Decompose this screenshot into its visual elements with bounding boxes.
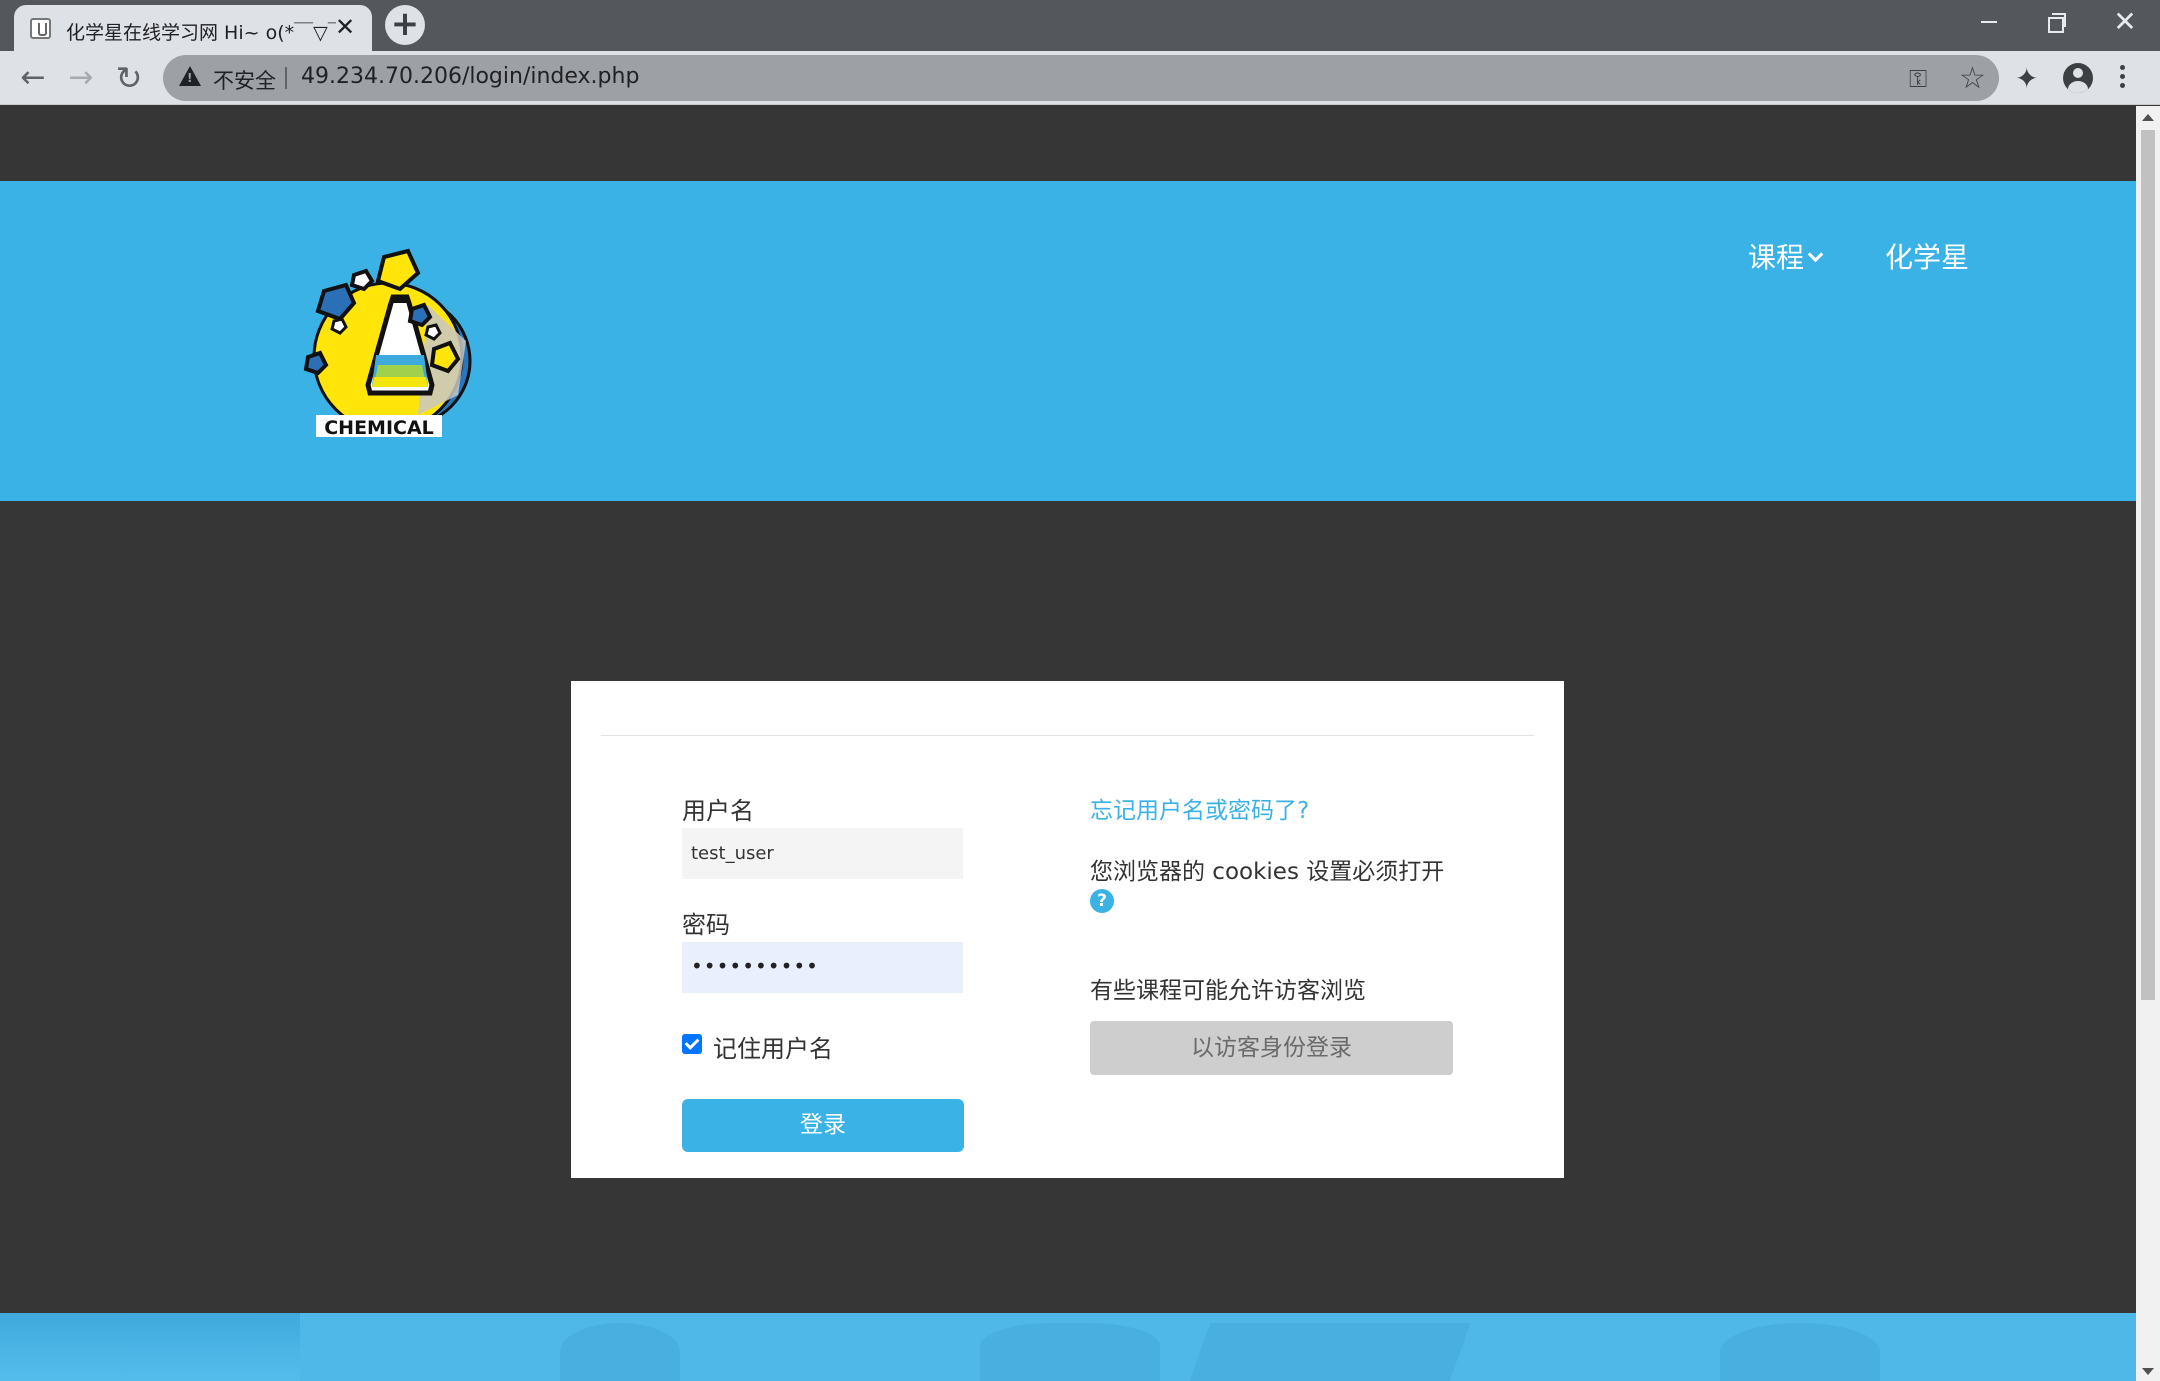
card-divider [601, 735, 1534, 736]
remember-username-label[interactable]: 记住用户名 [713, 1029, 833, 1064]
browser-tab[interactable]: 化学星在线学习网 Hi~ o(*￣▽￣ ✕ [14, 5, 372, 51]
browser-toolbar: ← → ↻ 不安全 49.234.70.206/login/index.php … [0, 51, 2160, 105]
chemical-logo[interactable]: CHEMICAL [288, 245, 488, 445]
forgot-password-link[interactable]: 忘记用户名或密码了? [1090, 791, 1309, 825]
password-label: 密码 [682, 911, 730, 939]
tab-title: 化学星在线学习网 Hi~ o(*￣▽￣ [66, 22, 336, 44]
url-text[interactable]: 49.234.70.206/login/index.php [301, 64, 639, 89]
password-input[interactable]: •••••••••• [682, 942, 963, 993]
footer-decoration [1720, 1323, 1880, 1381]
tab-favicon-icon [30, 18, 51, 39]
username-input[interactable]: test_user [682, 828, 963, 879]
key-icon[interactable]: ⚿ [1909, 65, 1927, 93]
window-close-button[interactable]: ✕ [2092, 0, 2158, 44]
security-status-label[interactable]: 不安全 [213, 65, 276, 95]
nav-courses-menu[interactable]: 课程 [1748, 236, 1824, 276]
guest-notice: 有些课程可能允许访客浏览 [1090, 978, 1366, 1004]
cookies-notice: 您浏览器的 cookies 设置必须打开 [1090, 859, 1445, 885]
reload-icon[interactable]: ↻ [110, 60, 148, 98]
guest-login-button[interactable]: 以访客身份登录 [1090, 1021, 1453, 1075]
scroll-down-arrow-icon[interactable] [2142, 1368, 2154, 1375]
extensions-puzzle-icon[interactable]: ✦ [2015, 62, 2038, 95]
scrollbar-thumb[interactable] [2141, 130, 2155, 1000]
help-question-icon[interactable]: ? [1090, 889, 1114, 913]
footer-banner [0, 1313, 2136, 1381]
address-bar[interactable]: 不安全 49.234.70.206/login/index.php ⚿ ☆ [163, 55, 1999, 101]
browser-tabstrip: 化学星在线学习网 Hi~ o(*￣▽￣ ✕ + ✕ [0, 0, 2160, 51]
login-button[interactable]: 登录 [682, 1099, 964, 1152]
address-separator [285, 67, 287, 89]
site-header: CHEMICAL 课程 化学星 [0, 181, 2136, 501]
logo-text: CHEMICAL [324, 417, 434, 439]
window-minimize-button[interactable] [1955, 0, 2021, 44]
page-viewport: CHEMICAL 课程 化学星 用户名 test_user 密码 •••••••… [0, 106, 2136, 1381]
back-arrow-icon[interactable]: ← [14, 60, 52, 98]
page-scrollbar[interactable] [2136, 106, 2160, 1381]
chevron-down-icon[interactable] [1807, 246, 1824, 263]
window-restore-button[interactable] [2022, 0, 2088, 44]
forward-arrow-icon[interactable]: → [62, 60, 100, 98]
login-card: 用户名 test_user 密码 •••••••••• 记住用户名 登录 忘记用… [571, 681, 1564, 1178]
nav-courses-label[interactable]: 课程 [1748, 241, 1804, 274]
footer-decoration [560, 1323, 680, 1381]
bookmark-star-icon[interactable]: ☆ [1959, 61, 1986, 96]
warning-triangle-icon[interactable] [178, 65, 202, 89]
profile-icon[interactable] [2063, 63, 2093, 93]
remember-username-checkbox[interactable] [682, 1034, 702, 1054]
username-label: 用户名 [682, 797, 754, 825]
footer-decoration [980, 1323, 1160, 1381]
tab-close-icon[interactable]: ✕ [332, 14, 358, 40]
scroll-up-arrow-icon[interactable] [2142, 114, 2154, 121]
new-tab-button[interactable]: + [385, 5, 425, 45]
kebab-menu-icon[interactable] [2118, 63, 2126, 93]
nav-brand-link[interactable]: 化学星 [1885, 236, 1969, 276]
footer-decoration [1189, 1323, 1471, 1381]
